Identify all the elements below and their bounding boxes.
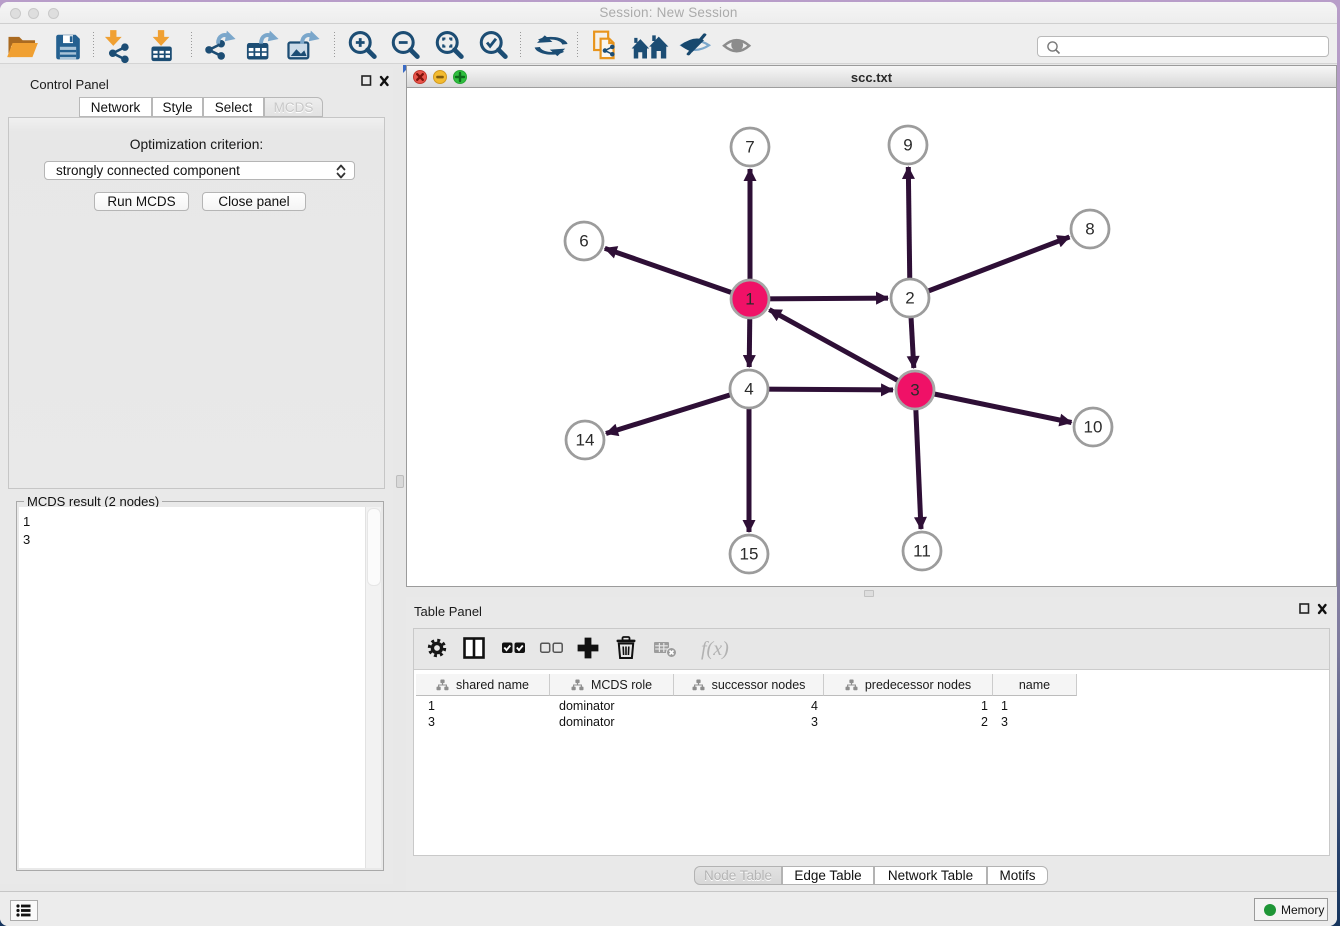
svg-text:15: 15 bbox=[740, 545, 759, 564]
svg-text:8: 8 bbox=[1085, 220, 1094, 239]
svg-text:3: 3 bbox=[910, 381, 919, 400]
svg-text:f(x): f(x) bbox=[701, 638, 729, 660]
svg-text:1: 1 bbox=[745, 290, 754, 309]
svg-text:11: 11 bbox=[913, 542, 931, 561]
svg-text:7: 7 bbox=[745, 138, 754, 157]
svg-text:6: 6 bbox=[579, 232, 588, 251]
svg-text:10: 10 bbox=[1084, 418, 1103, 437]
svg-text:14: 14 bbox=[576, 431, 595, 450]
svg-text:9: 9 bbox=[903, 136, 912, 155]
svg-text:2: 2 bbox=[905, 289, 914, 308]
svg-text:4: 4 bbox=[744, 380, 753, 399]
